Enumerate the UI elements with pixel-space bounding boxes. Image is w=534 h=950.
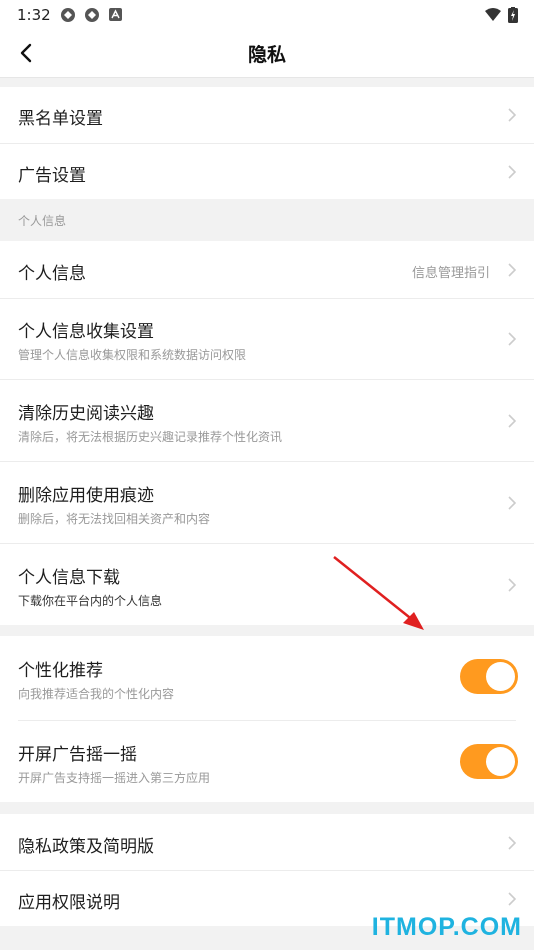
chevron-right-icon bbox=[508, 414, 517, 428]
toggle-knob bbox=[486, 747, 515, 776]
row-label: 个人信息收集设置 bbox=[18, 322, 154, 342]
row-label: 黑名单设置 bbox=[18, 109, 103, 129]
chevron-right-icon bbox=[508, 108, 517, 122]
row-label: 个人信息下载 bbox=[18, 568, 120, 588]
blacklist-settings-item[interactable]: 黑名单设置 bbox=[0, 87, 534, 143]
policy-group: 隐私政策及简明版 应用权限说明 bbox=[0, 814, 534, 926]
status-time: 1:32 bbox=[17, 6, 51, 24]
status-bar: 1:32 bbox=[0, 0, 534, 30]
watermark: ITMOP.COM bbox=[371, 913, 522, 941]
app-notification-icon bbox=[109, 8, 122, 21]
info-guide-link[interactable]: 信息管理指引 bbox=[412, 262, 490, 281]
chevron-right-icon bbox=[508, 496, 517, 510]
section-header-personal-info: 个人信息 bbox=[0, 199, 534, 241]
shake-ad-item: 开屏广告摇一摇 开屏广告支持摇一摇进入第三方应用 bbox=[0, 721, 534, 802]
personal-info-item[interactable]: 个人信息 信息管理指引 bbox=[0, 241, 534, 298]
notification-icon bbox=[61, 8, 75, 22]
notification-icon bbox=[85, 8, 99, 22]
row-subtitle: 下载你在平台内的个人信息 bbox=[18, 594, 163, 608]
section-header-label: 个人信息 bbox=[18, 214, 67, 228]
personal-info-download-item[interactable]: 个人信息下载 下载你在平台内的个人信息 bbox=[0, 544, 534, 625]
row-subtitle: 管理个人信息收集权限和系统数据访问权限 bbox=[18, 348, 247, 362]
chevron-right-icon bbox=[508, 263, 517, 277]
blacklist-ad-group: 黑名单设置 广告设置 bbox=[0, 87, 534, 199]
chevron-right-icon bbox=[508, 332, 517, 346]
shake-ad-toggle[interactable] bbox=[460, 744, 518, 779]
personal-info-group: 个人信息 信息管理指引 个人信息收集设置 管理个人信息收集权限和系统数据访问权限… bbox=[0, 241, 534, 625]
navigation-bar: 隐私 bbox=[0, 30, 534, 78]
personalized-recommendation-item: 个性化推荐 向我推荐适合我的个性化内容 bbox=[0, 636, 534, 720]
page-title: 隐私 bbox=[247, 44, 286, 66]
recommendation-group: 个性化推荐 向我推荐适合我的个性化内容 开屏广告摇一摇 开屏广告支持摇一摇进入第… bbox=[0, 636, 534, 802]
row-subtitle: 清除后，将无法根据历史兴趣记录推荐个性化资讯 bbox=[18, 430, 283, 444]
battery-icon bbox=[508, 7, 518, 23]
ad-settings-item[interactable]: 广告设置 bbox=[0, 144, 534, 199]
chevron-right-icon bbox=[508, 578, 517, 592]
row-label: 清除历史阅读兴趣 bbox=[18, 404, 154, 424]
delete-usage-traces-item[interactable]: 删除应用使用痕迹 删除后，将无法找回相关资产和内容 bbox=[0, 462, 534, 543]
chevron-right-icon bbox=[508, 165, 517, 179]
privacy-policy-item[interactable]: 隐私政策及简明版 bbox=[0, 814, 534, 870]
row-label: 个人信息 bbox=[18, 264, 86, 284]
wifi-icon bbox=[485, 8, 501, 21]
row-label: 开屏广告摇一摇 bbox=[18, 745, 137, 765]
toggle-knob bbox=[486, 662, 515, 691]
row-label: 广告设置 bbox=[18, 166, 86, 186]
row-subtitle: 向我推荐适合我的个性化内容 bbox=[18, 687, 175, 701]
row-label: 个性化推荐 bbox=[18, 661, 103, 681]
clear-reading-interest-item[interactable]: 清除历史阅读兴趣 清除后，将无法根据历史兴趣记录推荐个性化资讯 bbox=[0, 380, 534, 461]
row-label: 应用权限说明 bbox=[18, 893, 120, 913]
row-label: 隐私政策及简明版 bbox=[18, 837, 154, 857]
chevron-right-icon bbox=[508, 892, 517, 906]
row-subtitle: 删除后，将无法找回相关资产和内容 bbox=[18, 512, 211, 526]
row-subtitle: 开屏广告支持摇一摇进入第三方应用 bbox=[18, 771, 211, 785]
annotation-arrow-icon bbox=[333, 556, 424, 630]
info-collection-settings-item[interactable]: 个人信息收集设置 管理个人信息收集权限和系统数据访问权限 bbox=[0, 299, 534, 379]
personalized-recommendation-toggle[interactable] bbox=[460, 659, 518, 694]
chevron-right-icon bbox=[508, 836, 517, 850]
row-label: 删除应用使用痕迹 bbox=[18, 486, 154, 506]
